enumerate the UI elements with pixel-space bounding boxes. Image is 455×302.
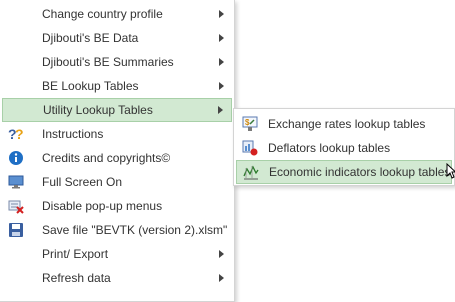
menu-item-save-file[interactable]: Save file "BEVTK (version 2).xlsm" <box>2 218 232 242</box>
menu-item-label: Print/ Export <box>42 247 109 261</box>
deflator-icon <box>242 140 258 156</box>
menu-item-be-lookup-tables[interactable]: BE Lookup Tables <box>2 74 232 98</box>
menu-item-label: Utility Lookup Tables <box>43 103 153 117</box>
menu-item-label: Change country profile <box>42 7 163 21</box>
menu-item-credits[interactable]: Credits and copyrights© <box>2 146 232 170</box>
help-icon: ? ? <box>8 126 24 142</box>
menu-item-label: Instructions <box>42 127 104 141</box>
submenu-arrow-icon <box>219 34 224 42</box>
menu-item-exchange-rates[interactable]: $ Exchange rates lookup tables <box>236 112 452 136</box>
mouse-cursor-icon <box>446 162 455 179</box>
menu-item-be-summaries[interactable]: Djibouti's BE Summaries <box>2 50 232 74</box>
menu-item-label: Djibouti's BE Summaries <box>42 55 174 69</box>
svg-text:$: $ <box>245 118 250 127</box>
disable-menu-icon <box>8 198 24 214</box>
menu-item-label: Deflators lookup tables <box>268 141 391 155</box>
submenu-arrow-icon <box>219 10 224 18</box>
menu-item-label: Economic indicators lookup tables <box>269 165 451 179</box>
fullscreen-icon <box>8 174 24 190</box>
economic-indicators-icon <box>243 164 259 180</box>
svg-text:?: ? <box>15 126 24 142</box>
menu-item-label: Full Screen On <box>42 175 123 189</box>
menu-item-print-export[interactable]: Print/ Export <box>2 242 232 266</box>
submenu-arrow-icon <box>219 82 224 90</box>
exchange-rate-icon: $ <box>242 116 258 132</box>
menu-item-instructions[interactable]: ? ? Instructions <box>2 122 232 146</box>
menu-item-label: Save file "BEVTK (version 2).xlsm" <box>42 223 228 237</box>
menu-item-label: BE Lookup Tables <box>42 79 139 93</box>
save-icon <box>8 222 24 238</box>
menu-item-label: Credits and copyrights© <box>42 151 171 165</box>
context-menu: Change country profile Djibouti's BE Dat… <box>0 0 235 302</box>
menu-item-label: Refresh data <box>42 271 111 285</box>
info-icon <box>8 150 24 166</box>
menu-item-change-country-profile[interactable]: Change country profile <box>2 2 232 26</box>
menu-item-utility-lookup-tables[interactable]: Utility Lookup Tables <box>2 98 232 122</box>
submenu-arrow-icon <box>219 250 224 258</box>
utility-lookup-submenu: $ Exchange rates lookup tables Deflators… <box>233 108 455 186</box>
submenu-arrow-icon <box>218 106 223 114</box>
submenu-arrow-icon <box>219 58 224 66</box>
menu-item-full-screen[interactable]: Full Screen On <box>2 170 232 194</box>
menu-item-label: Djibouti's BE Data <box>42 31 139 45</box>
menu-item-disable-popup[interactable]: Disable pop-up menus <box>2 194 232 218</box>
submenu-arrow-icon <box>219 274 224 282</box>
menu-item-deflators[interactable]: Deflators lookup tables <box>236 136 452 160</box>
menu-item-label: Exchange rates lookup tables <box>268 117 426 131</box>
menu-item-be-data[interactable]: Djibouti's BE Data <box>2 26 232 50</box>
menu-item-refresh-data[interactable]: Refresh data <box>2 266 232 290</box>
menu-item-economic-indicators[interactable]: Economic indicators lookup tables <box>236 160 452 184</box>
menu-item-label: Disable pop-up menus <box>42 199 163 213</box>
